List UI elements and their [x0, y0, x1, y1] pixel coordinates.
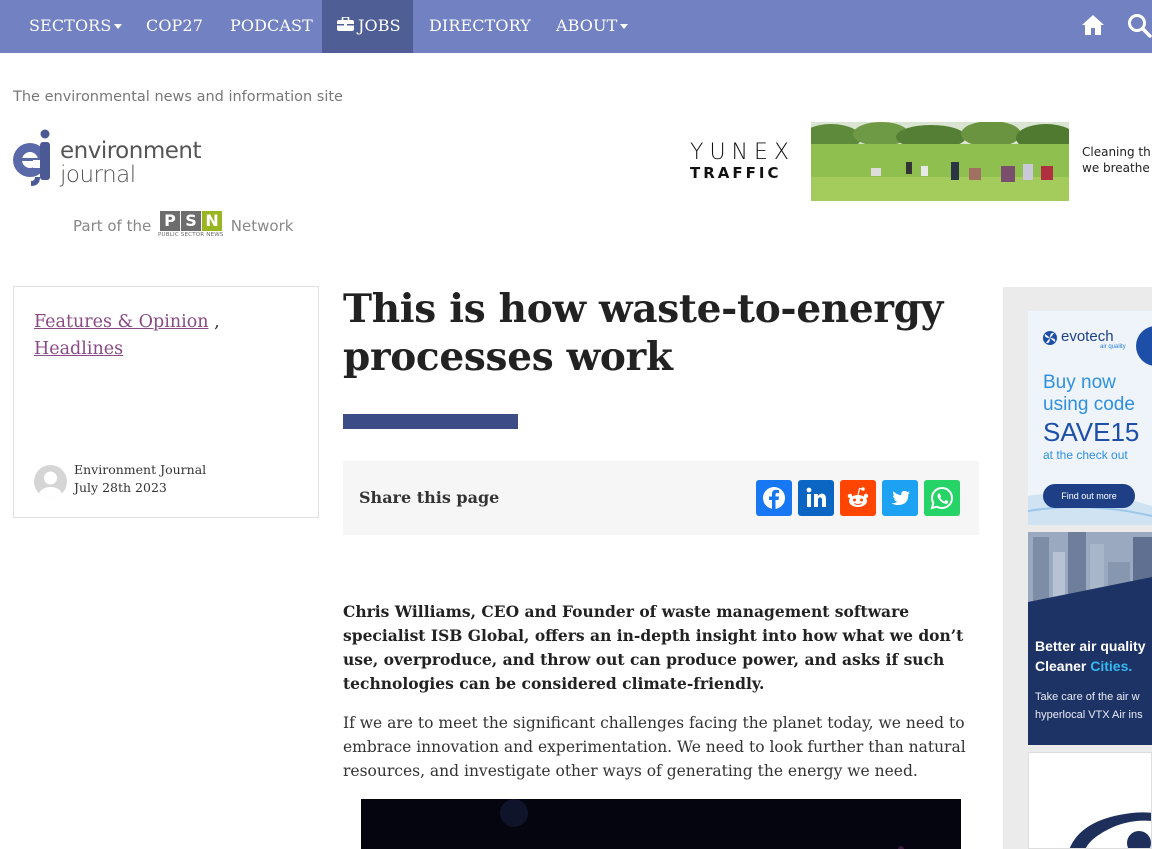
twitter-icon — [891, 490, 910, 505]
nav-cop27[interactable]: COP27 — [146, 0, 203, 53]
chevron-down-icon — [114, 24, 123, 29]
home-icon[interactable] — [1081, 13, 1105, 41]
top-navigation-bar: SECTORS COP27 PODCAST JOBS DIRECTORY ABO… — [0, 0, 1152, 53]
chevron-down-icon — [620, 24, 629, 29]
nav-podcast[interactable]: PODCAST — [230, 0, 313, 53]
avatar — [34, 465, 67, 498]
ad1-line1: Buy now — [1043, 372, 1116, 393]
facebook-icon — [763, 487, 785, 510]
article-paragraph: If we are to meet the significant challe… — [343, 714, 966, 780]
article-meta-card: Features & Opinion , Headlines Environme… — [13, 286, 319, 518]
nav-about-label: ABOUT — [556, 16, 618, 35]
ad2-body1: Take care of the air w — [1035, 691, 1140, 703]
site-tagline: The environmental news and information s… — [13, 89, 343, 105]
share-twitter-button[interactable] — [882, 480, 918, 516]
third-sidebar-advert[interactable] — [1028, 752, 1152, 849]
share-facebook-button[interactable] — [756, 480, 792, 516]
psn-logo[interactable]: P S N PUBLIC SECTOR NEWS — [158, 211, 224, 241]
nav-cop27-label: COP27 — [146, 16, 203, 35]
ad1-line3: at the check out — [1043, 448, 1128, 462]
ad1-promo-code: SAVE15 — [1043, 417, 1140, 447]
publish-date: July 28th 2023 — [74, 480, 167, 495]
evotech-advert[interactable]: evotech air quality Buy now using code S… — [1028, 311, 1152, 525]
nav-podcast-label: PODCAST — [230, 16, 313, 35]
embedded-video[interactable] — [361, 799, 961, 849]
find-out-more-button[interactable]: Find out more — [1043, 484, 1135, 508]
ad2-headline2-b: Cities. — [1090, 658, 1133, 674]
banner-text-line1: Cleaning th — [1082, 145, 1151, 159]
psn-letter-s: S — [181, 211, 202, 231]
share-label: Share this page — [359, 488, 500, 507]
briefcase-icon — [337, 0, 354, 51]
author-name[interactable]: Environment Journal — [74, 462, 206, 477]
ad2-body2: hyperlocal VTX Air ins — [1035, 709, 1143, 721]
logo-wordmark: environment journal — [60, 139, 201, 187]
logo-line-environment: environment — [60, 138, 201, 164]
reddit-icon — [847, 487, 869, 507]
logo-line-journal: journal — [60, 162, 136, 188]
nav-sectors-label: SECTORS — [29, 16, 112, 35]
share-panel: Share this page — [343, 461, 979, 535]
psn-suffix: Network — [230, 217, 294, 235]
share-reddit-button[interactable] — [840, 480, 876, 516]
share-whatsapp-button[interactable] — [924, 480, 960, 516]
psn-prefix: Part of the — [73, 217, 152, 235]
banner-ad-text: Cleaning th we breathe — [1082, 144, 1151, 176]
nav-sectors[interactable]: SECTORS — [29, 0, 123, 53]
nav-directory[interactable]: DIRECTORY — [429, 0, 531, 53]
banner-text-line2: we breathe — [1082, 161, 1150, 175]
fan-icon — [1043, 331, 1057, 345]
banner-advert[interactable]: YUNEX TRAFFIC Cleaning th we breathe — [680, 122, 1152, 202]
share-linkedin-button[interactable] — [798, 480, 834, 516]
ad1-line2: using code — [1043, 394, 1135, 415]
site-logo[interactable]: environment journal — [13, 129, 213, 189]
whatsapp-icon — [930, 486, 953, 510]
ad-brand-traffic: TRAFFIC — [690, 164, 782, 182]
nav-jobs[interactable]: JOBS — [322, 0, 413, 53]
category-separator: , — [214, 312, 220, 332]
ad2-headline1: Better air quality — [1035, 638, 1146, 654]
psn-network-line: Part of the P S N PUBLIC SECTOR NEWS Net… — [73, 211, 293, 241]
vortex-air-advert[interactable]: Better air quality Cleaner Cities. Take … — [1028, 532, 1152, 745]
page-title: This is how waste-to-energy processes wo… — [343, 286, 943, 380]
title-underline-bar — [343, 414, 518, 429]
evotech-brand-sub: air quality — [1100, 344, 1126, 350]
psn-letter-n: N — [202, 211, 223, 231]
nav-about[interactable]: ABOUT — [556, 0, 629, 53]
ad-brand-yunex: YUNEX — [690, 140, 795, 165]
nav-directory-label: DIRECTORY — [429, 16, 531, 35]
ad2-headline2: Cleaner Cities. — [1035, 658, 1132, 674]
article-lead: Chris Williams, CEO and Founder of waste… — [343, 602, 964, 693]
nav-jobs-label: JOBS — [358, 16, 401, 35]
search-icon[interactable] — [1127, 13, 1152, 42]
category-list: Features & Opinion , Headlines — [34, 309, 304, 363]
ad2-headline2-a: Cleaner — [1035, 658, 1087, 674]
park-photo — [811, 122, 1069, 201]
linkedin-icon — [806, 487, 826, 507]
category-link-features[interactable]: Features & Opinion — [34, 312, 209, 332]
ej-logo-mark — [13, 129, 50, 186]
psn-subtitle: PUBLIC SECTOR NEWS — [158, 232, 224, 238]
category-link-headlines[interactable]: Headlines — [34, 339, 123, 359]
psn-letter-p: P — [160, 211, 181, 231]
evotech-brand: evotech — [1061, 328, 1114, 345]
